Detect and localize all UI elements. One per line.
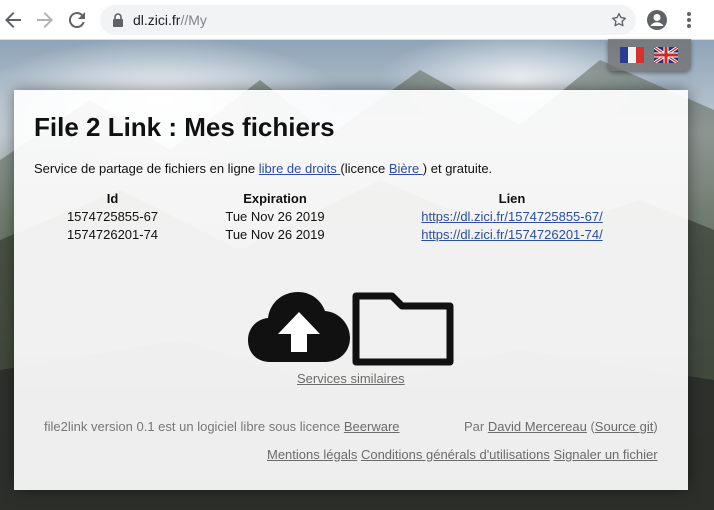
source-git-link[interactable]: Source git	[595, 419, 654, 434]
url-path: //My	[180, 12, 207, 28]
file-link[interactable]: https://dl.zici.fr/1574725855-67/	[421, 209, 602, 224]
browser-toolbar: dl.zici.fr//My	[0, 0, 714, 40]
footer-close-paren: )	[653, 419, 658, 434]
folder-icon[interactable]	[352, 290, 454, 366]
main-card: File 2 Link : Mes fichiers Service de pa…	[14, 90, 688, 490]
header-link: Lien	[498, 191, 526, 206]
similar-services: Services similaires	[297, 371, 405, 386]
table-row: 1574726201-74 Tue Nov 26 2019 https://dl…	[50, 226, 649, 244]
url-host: dl.zici.fr	[133, 12, 181, 28]
bookmark-star-icon[interactable]	[610, 11, 628, 29]
forward-arrow-icon[interactable]	[33, 8, 57, 32]
intro-suffix: ) et gratuite.	[422, 161, 493, 176]
files-table: Id Expiration Lien 1574725855-67 Tue Nov…	[50, 190, 649, 244]
author-link[interactable]: David Mercereau	[488, 419, 587, 434]
table-row: 1574725855-67 Tue Nov 26 2019 https://dl…	[50, 208, 649, 226]
lock-icon[interactable]	[110, 12, 126, 28]
beer-license-link[interactable]: Bière	[389, 161, 423, 176]
flag-en-icon[interactable]	[654, 47, 678, 63]
profile-avatar-icon[interactable]	[646, 9, 668, 31]
page-title: File 2 Link : Mes fichiers	[34, 112, 335, 142]
intro-prefix: Service de partage de fichiers en ligne	[34, 161, 259, 176]
footer-version-text: file2link version 0.1 est un logiciel li…	[44, 419, 344, 434]
footer-version: file2link version 0.1 est un logiciel li…	[44, 419, 400, 434]
reload-icon[interactable]	[65, 8, 89, 32]
header-id: Id	[106, 191, 119, 206]
report-file-link[interactable]: Signaler un fichier	[554, 447, 658, 462]
header-expiration: Expiration	[243, 191, 307, 206]
intro-text: Service de partage de fichiers en ligne …	[34, 161, 492, 176]
file-id: 1574725855-67	[66, 209, 159, 224]
file-expiration: Tue Nov 26 2019	[225, 227, 325, 242]
table-header-row: Id Expiration Lien	[50, 190, 649, 208]
url-text[interactable]: dl.zici.fr//My	[133, 12, 207, 28]
more-vert-icon[interactable]	[680, 8, 698, 32]
beerware-link[interactable]: Beerware	[344, 419, 400, 434]
address-bar[interactable]: dl.zici.fr//My	[100, 5, 636, 35]
footer-open-paren: (	[586, 419, 595, 434]
intro-middle: (licence	[340, 161, 389, 176]
back-arrow-icon[interactable]	[1, 8, 25, 32]
cloud-upload-icon[interactable]	[248, 290, 350, 364]
legal-notice-link[interactable]: Mentions légals	[267, 447, 357, 462]
file-link[interactable]: https://dl.zici.fr/1574726201-74/	[421, 227, 602, 242]
similar-services-link[interactable]: Services similaires	[297, 371, 405, 386]
footer-links: Mentions légals Conditions générals d'ut…	[267, 447, 658, 462]
file-expiration: Tue Nov 26 2019	[225, 209, 325, 224]
file-id: 1574726201-74	[66, 227, 159, 242]
flag-fr-icon[interactable]	[620, 47, 644, 63]
footer-by: Par	[464, 419, 488, 434]
terms-link[interactable]: Conditions générals d'utilisations	[361, 447, 550, 462]
free-rights-link[interactable]: libre de droits	[259, 161, 341, 176]
language-switcher	[608, 39, 691, 71]
footer-author: Par David Mercereau (Source git)	[464, 419, 658, 434]
